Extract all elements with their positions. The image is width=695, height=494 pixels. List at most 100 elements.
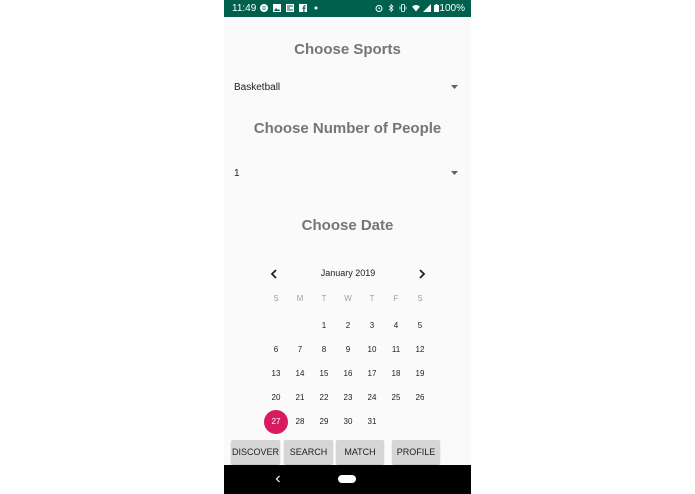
days-grid: 1 2 3 4 5 6 7 8 9 10 11 12 13 14 15 16 17 18 19 20 21 22 23 24 2… xyxy=(264,314,432,434)
weekday-label: W xyxy=(344,294,352,303)
day-number: 12 xyxy=(415,345,425,354)
news-icon xyxy=(286,4,294,12)
wifi-icon xyxy=(412,5,420,12)
day-number: 13 xyxy=(271,369,281,378)
day-cell[interactable]: 9 xyxy=(336,338,360,362)
battery-percentage: 100% xyxy=(439,3,465,14)
day-cell[interactable]: 2 xyxy=(336,314,360,338)
day-cell[interactable]: 4 xyxy=(384,314,408,338)
day-number: 23 xyxy=(343,393,353,402)
status-bar: 11:49 100% xyxy=(224,0,471,17)
dropdown-arrow-icon xyxy=(451,171,458,175)
battery-icon xyxy=(434,4,439,12)
day-cell[interactable]: 19 xyxy=(408,362,432,386)
empty-day-cell xyxy=(264,314,288,338)
weekday-label: S xyxy=(417,294,423,303)
day-cell[interactable]: 11 xyxy=(384,338,408,362)
selected-day-cell[interactable]: 27 xyxy=(264,410,288,434)
weekday-label: M xyxy=(296,294,304,303)
day-number: 11 xyxy=(391,345,401,354)
choose-date-heading: Choose Date xyxy=(301,217,394,234)
day-cell[interactable]: 30 xyxy=(336,410,360,434)
day-cell[interactable]: 1 xyxy=(312,314,336,338)
day-cell[interactable]: 25 xyxy=(384,386,408,410)
day-number: 17 xyxy=(367,369,377,378)
weekday-label: S xyxy=(273,294,279,303)
choose-sports-heading: Choose Sports xyxy=(294,41,401,58)
home-pill-button[interactable] xyxy=(338,475,356,483)
day-number: 6 xyxy=(273,345,279,354)
day-number: 21 xyxy=(295,393,305,402)
people-dropdown-value: 1 xyxy=(234,168,240,179)
day-cell[interactable]: 10 xyxy=(360,338,384,362)
bluetooth-icon xyxy=(388,4,394,12)
dropdown-arrow-icon xyxy=(451,85,458,89)
day-cell[interactable]: 22 xyxy=(312,386,336,410)
back-arrow-icon[interactable] xyxy=(273,474,283,484)
day-number: 25 xyxy=(391,393,401,402)
day-cell[interactable]: 14 xyxy=(288,362,312,386)
signal-icon xyxy=(423,4,431,12)
day-cell[interactable]: 24 xyxy=(360,386,384,410)
day-cell[interactable]: 13 xyxy=(264,362,288,386)
calendar-week-row: 20 21 22 23 24 25 26 xyxy=(264,386,432,410)
calendar-week-row: 6 7 8 9 10 11 12 xyxy=(264,338,432,362)
calendar-week-row: 13 14 15 16 17 18 19 xyxy=(264,362,432,386)
day-number: 10 xyxy=(367,345,377,354)
status-time: 11:49 xyxy=(232,3,257,14)
day-number: 30 xyxy=(343,417,353,426)
day-number: 8 xyxy=(321,345,327,354)
day-number: 3 xyxy=(369,321,375,330)
day-cell[interactable]: 21 xyxy=(288,386,312,410)
day-number: 15 xyxy=(319,369,329,378)
chevron-right-icon[interactable] xyxy=(414,266,430,282)
system-navigation-bar xyxy=(224,465,471,494)
calendar-week-row: 1 2 3 4 5 xyxy=(264,314,432,338)
day-cell[interactable]: 18 xyxy=(384,362,408,386)
day-number: 24 xyxy=(367,393,377,402)
day-number: 28 xyxy=(295,417,305,426)
day-number: 2 xyxy=(345,321,351,330)
day-cell[interactable]: 26 xyxy=(408,386,432,410)
search-button[interactable]: SEARCH xyxy=(284,440,333,464)
match-button[interactable]: MATCH xyxy=(336,440,384,464)
day-cell[interactable]: 3 xyxy=(360,314,384,338)
profile-button[interactable]: PROFILE xyxy=(392,440,440,464)
day-cell[interactable]: 7 xyxy=(288,338,312,362)
day-cell[interactable]: 23 xyxy=(336,386,360,410)
day-cell[interactable]: 17 xyxy=(360,362,384,386)
empty-day-cell xyxy=(408,410,432,434)
day-number: 9 xyxy=(345,345,351,354)
day-cell[interactable]: 31 xyxy=(360,410,384,434)
image-icon xyxy=(273,4,281,12)
weekday-label: T xyxy=(369,294,375,303)
day-number: 26 xyxy=(415,393,425,402)
day-number: 31 xyxy=(367,417,377,426)
day-cell[interactable]: 8 xyxy=(312,338,336,362)
month-label: January 2019 xyxy=(320,268,376,278)
day-cell[interactable]: 6 xyxy=(264,338,288,362)
facebook-icon xyxy=(299,4,307,12)
calendar: January 2019 S M T W T F S 1 2 3 4 5 6 7 8 9 10 11… xyxy=(264,262,432,434)
bottom-button-bar: DISCOVER SEARCH MATCH PROFILE xyxy=(224,440,471,464)
day-cell[interactable]: 20 xyxy=(264,386,288,410)
day-number: 29 xyxy=(319,417,329,426)
day-cell[interactable]: 12 xyxy=(408,338,432,362)
day-number: 19 xyxy=(415,369,425,378)
day-cell[interactable]: 15 xyxy=(312,362,336,386)
discover-button[interactable]: DISCOVER xyxy=(231,440,280,464)
day-cell[interactable]: 16 xyxy=(336,362,360,386)
calendar-week-row: 27 28 29 30 31 xyxy=(264,410,432,434)
day-number: 5 xyxy=(417,321,423,330)
day-number: 14 xyxy=(295,369,305,378)
day-number: 4 xyxy=(393,321,399,330)
dot-icon xyxy=(314,6,318,10)
day-cell[interactable]: 29 xyxy=(312,410,336,434)
day-cell[interactable]: 28 xyxy=(288,410,312,434)
sports-dropdown-value: Basketball xyxy=(234,82,281,93)
day-cell[interactable]: 5 xyxy=(408,314,432,338)
choose-people-heading: Choose Number of People xyxy=(253,120,442,137)
weekday-header: S M T W T F S xyxy=(264,294,432,308)
people-dropdown[interactable]: 1 xyxy=(234,166,458,182)
sports-dropdown[interactable]: Basketball xyxy=(234,80,458,96)
